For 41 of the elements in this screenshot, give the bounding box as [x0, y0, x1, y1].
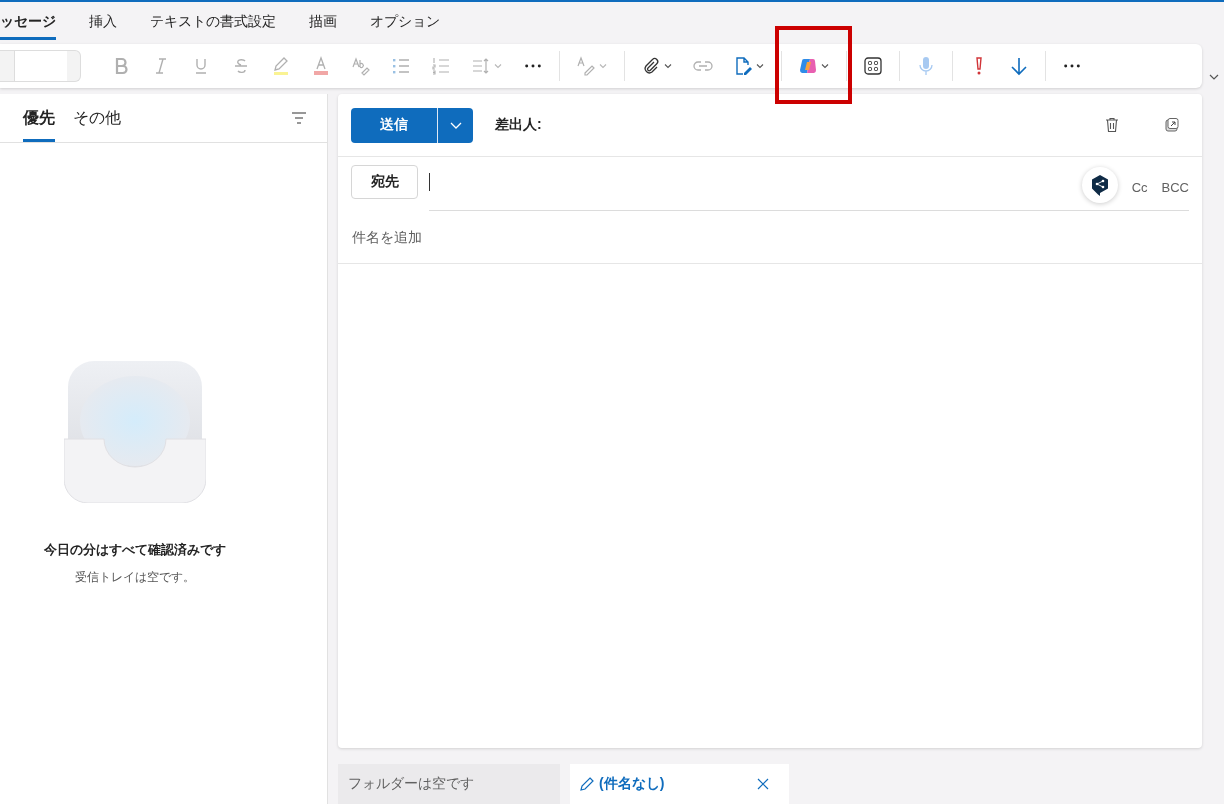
numbered-list-icon — [431, 56, 451, 76]
send-options-button[interactable] — [438, 107, 473, 143]
inbox-tab[interactable]: 優先 — [23, 94, 55, 142]
bullet-list-icon — [391, 56, 411, 76]
more-icon — [1064, 64, 1080, 68]
from-label: 差出人: — [495, 116, 542, 134]
inbox-tab[interactable]: その他 — [73, 94, 121, 142]
share-hexagon-icon — [1089, 173, 1110, 196]
paperclip-icon — [641, 56, 661, 76]
microphone-icon — [916, 56, 936, 76]
clear-format-icon — [351, 56, 371, 76]
copilot-icon — [798, 56, 818, 76]
ribbon-tab[interactable]: オプション — [370, 2, 440, 40]
cc-button[interactable]: Cc — [1131, 180, 1148, 195]
subject-field[interactable]: 件名を追加 — [338, 211, 1202, 264]
font-field[interactable] — [0, 50, 81, 82]
line-spacing-icon — [471, 56, 491, 76]
empty-state-message: 受信トレイは空です。 — [75, 569, 195, 586]
open-item-tab[interactable]: フォルダーは空です — [338, 764, 560, 804]
trash-icon[interactable] — [1104, 117, 1120, 133]
ribbon-tab[interactable]: ッセージ — [0, 2, 56, 40]
translator-button[interactable] — [1081, 166, 1118, 203]
pop-out-icon[interactable] — [1164, 117, 1180, 133]
open-item-tab[interactable]: (件名なし) — [570, 764, 789, 804]
bcc-button[interactable]: BCC — [1161, 180, 1189, 195]
styles-icon — [576, 56, 596, 76]
empty-state-title: 今日の分はすべて確認済みです — [44, 541, 226, 559]
filter-icon[interactable] — [291, 112, 307, 124]
ribbon-tab[interactable]: 挿入 — [89, 2, 117, 40]
document-pen-icon — [733, 56, 753, 76]
pencil-icon — [579, 776, 595, 792]
ribbon-tab[interactable]: 描画 — [309, 2, 337, 40]
apps-icon — [863, 56, 883, 76]
highlighter-icon — [271, 56, 291, 76]
close-icon[interactable] — [757, 778, 769, 790]
to-button[interactable]: 宛先 — [351, 165, 418, 199]
ribbon-tab[interactable]: テキストの書式設定 — [150, 2, 276, 40]
more-icon — [525, 64, 541, 68]
send-button[interactable]: 送信 — [351, 107, 438, 143]
down-arrow-icon — [1009, 56, 1029, 76]
font-color-icon — [311, 56, 331, 76]
